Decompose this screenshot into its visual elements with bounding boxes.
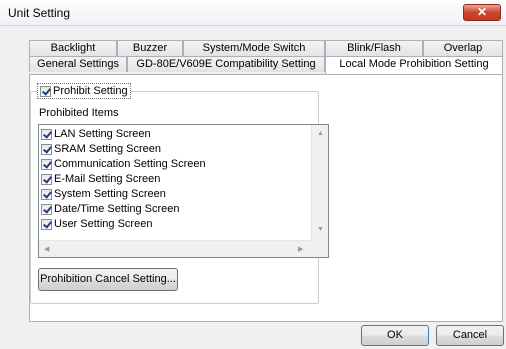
checkbox[interactable] xyxy=(41,203,52,215)
prohibit-setting-checkbox[interactable]: Prohibit Setting xyxy=(37,83,131,99)
list-item-communication-setting[interactable]: Communication Setting Screen xyxy=(41,157,206,172)
scroll-right-icon[interactable]: ▶ xyxy=(298,245,303,253)
scroll-up-icon[interactable]: ▲ xyxy=(317,130,324,137)
tab-compatibility-setting[interactable]: GD-80E/V609E Compatibility Setting xyxy=(127,56,325,72)
horizontal-scrollbar[interactable]: ◀ ▶ xyxy=(39,240,311,257)
checkbox[interactable] xyxy=(41,128,52,140)
tab-system-mode-switch[interactable]: System/Mode Switch xyxy=(183,40,325,56)
checkbox[interactable] xyxy=(41,143,52,155)
list-item-user-setting[interactable]: User Setting Screen xyxy=(41,217,152,232)
prohibited-items-label: Prohibited Items xyxy=(39,107,119,119)
ok-button[interactable]: OK xyxy=(361,325,429,346)
scroll-left-icon[interactable]: ◀ xyxy=(44,245,49,253)
vertical-scrollbar[interactable]: ▲ ▼ xyxy=(311,125,328,240)
window-title: Unit Setting xyxy=(8,6,71,20)
list-item-datetime-setting[interactable]: Date/Time Setting Screen xyxy=(41,202,180,217)
tab-backlight[interactable]: Backlight xyxy=(29,40,117,56)
title-bar: Unit Setting ✕ xyxy=(0,0,506,26)
tab-buzzer[interactable]: Buzzer xyxy=(117,40,183,56)
checkbox[interactable] xyxy=(41,188,52,200)
checkbox[interactable] xyxy=(41,173,52,185)
close-button[interactable]: ✕ xyxy=(463,4,501,21)
prohibited-items-list[interactable]: LAN Setting Screen SRAM Setting Screen C… xyxy=(38,124,329,258)
tab-overlap[interactable]: Overlap xyxy=(423,40,503,56)
checkbox[interactable] xyxy=(41,158,52,170)
tab-local-mode-prohibition[interactable]: Local Mode Prohibition Setting xyxy=(325,56,503,74)
list-item-sram-setting[interactable]: SRAM Setting Screen xyxy=(41,142,161,157)
tab-general-settings[interactable]: General Settings xyxy=(29,56,127,72)
list-item-system-setting[interactable]: System Setting Screen xyxy=(41,187,166,202)
tab-blink-flash[interactable]: Blink/Flash xyxy=(325,40,423,56)
list-item-email-setting[interactable]: E-Mail Setting Screen xyxy=(41,172,160,187)
scroll-corner xyxy=(311,240,328,257)
checkbox[interactable] xyxy=(41,218,52,230)
prohibition-cancel-button[interactable]: Prohibition Cancel Setting... xyxy=(38,268,178,291)
list-item-lan-setting[interactable]: LAN Setting Screen xyxy=(41,127,151,142)
prohibit-setting-checkbox-box[interactable] xyxy=(40,85,51,97)
scroll-down-icon[interactable]: ▼ xyxy=(317,226,324,233)
close-icon: ✕ xyxy=(476,5,488,19)
cancel-button[interactable]: Cancel xyxy=(436,325,504,346)
prohibit-setting-label: Prohibit Setting xyxy=(53,85,128,97)
